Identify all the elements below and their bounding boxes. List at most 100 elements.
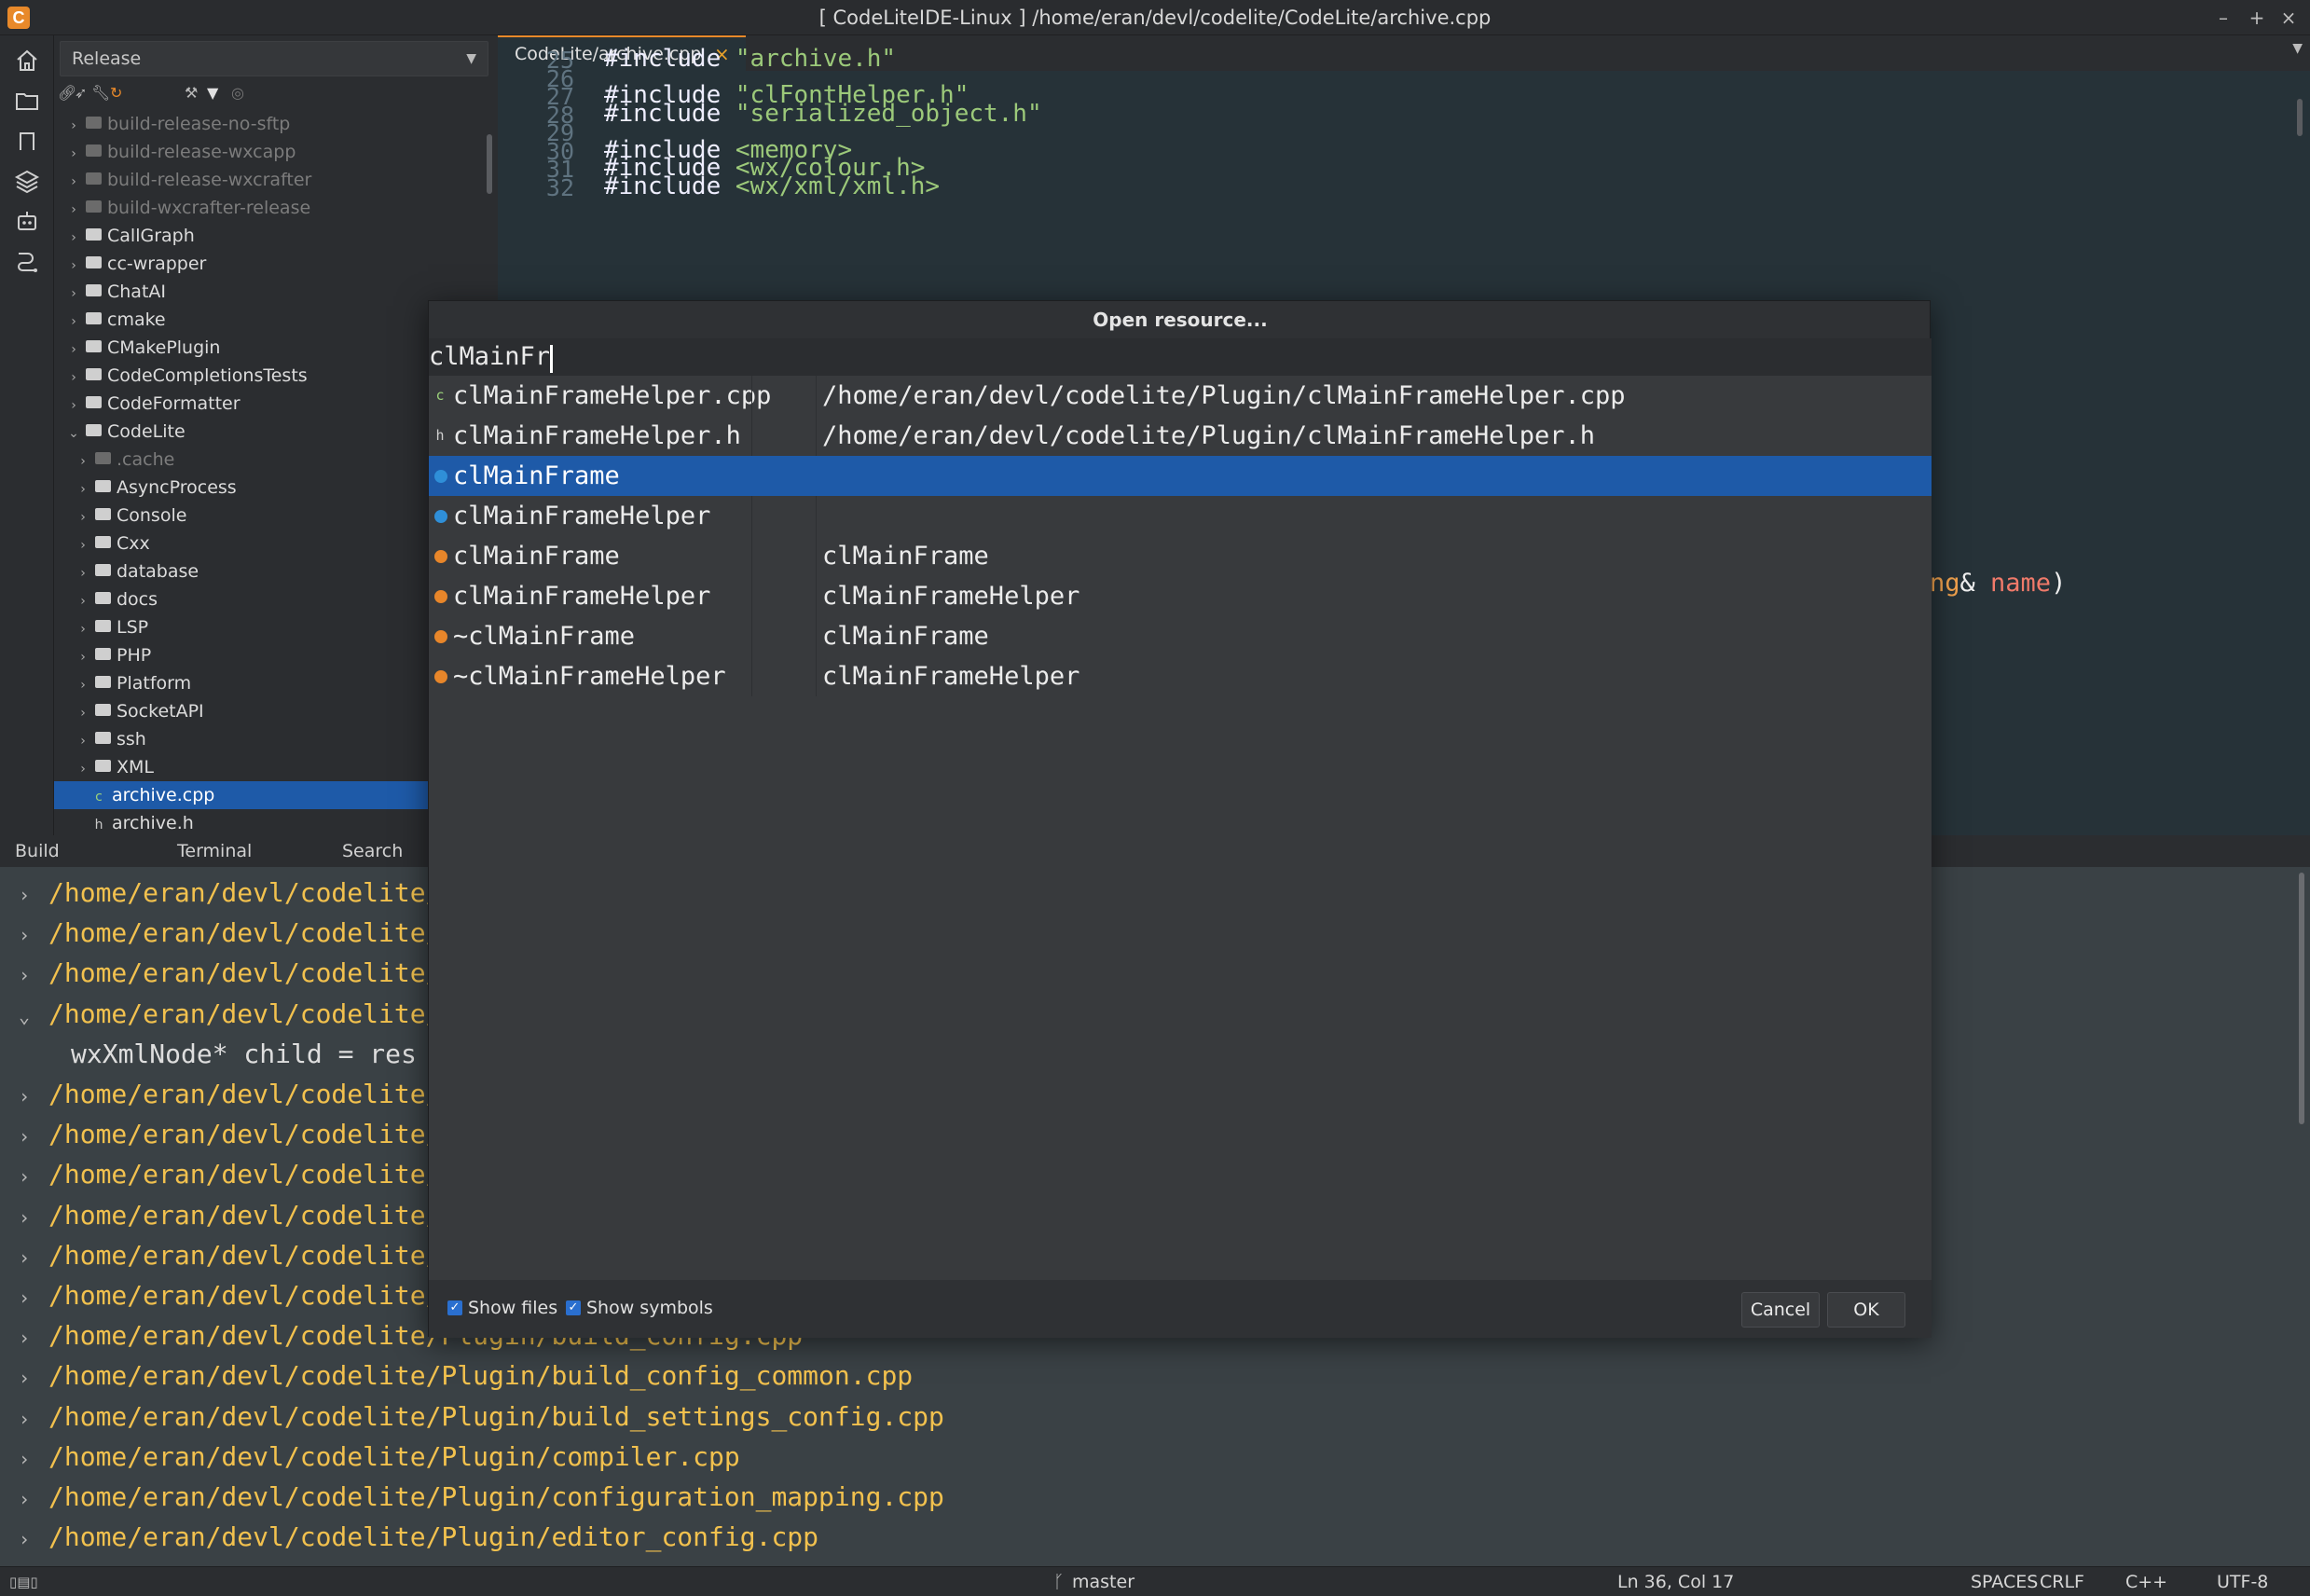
- chevron-right-icon[interactable]: ›: [0, 1278, 48, 1318]
- line-ending[interactable]: CRLF: [2040, 1567, 2084, 1596]
- stop-icon[interactable]: ◎: [231, 84, 244, 102]
- chevron-right-icon[interactable]: ›: [75, 503, 91, 531]
- chevron-right-icon[interactable]: ›: [65, 224, 82, 252]
- chevron-right-icon[interactable]: ›: [0, 1358, 48, 1398]
- chevron-down-icon[interactable]: ⌄: [0, 997, 48, 1037]
- tab-build[interactable]: Build: [15, 835, 60, 867]
- layers-icon[interactable]: [13, 167, 41, 195]
- show-symbols-checkbox[interactable]: ✓ Show symbols: [566, 1298, 713, 1318]
- tree-folder[interactable]: › build-release-wxcapp: [54, 138, 483, 166]
- chevron-right-icon[interactable]: ›: [0, 956, 48, 996]
- result-file-row[interactable]: ›/home/eran/devl/codelite/Plugin/editor_…: [0, 1517, 2310, 1557]
- tree-folder[interactable]: › Platform: [54, 669, 483, 697]
- debug-icon[interactable]: [13, 247, 41, 275]
- tree-file[interactable]: h archive.h: [54, 809, 483, 837]
- tab-terminal[interactable]: Terminal: [177, 835, 252, 867]
- chevron-right-icon[interactable]: ›: [65, 112, 82, 140]
- chevron-right-icon[interactable]: ›: [0, 1077, 48, 1117]
- chevron-right-icon[interactable]: ›: [75, 559, 91, 587]
- folder-icon[interactable]: [13, 87, 41, 115]
- chevron-right-icon[interactable]: ›: [0, 1399, 48, 1439]
- tree-file[interactable]: c archive.cpp: [54, 781, 483, 809]
- wrench-icon[interactable]: 🔧︎: [91, 84, 110, 102]
- tree-folder[interactable]: › build-release-wxcrafter: [54, 166, 483, 194]
- tree-folder[interactable]: › ChatAI: [54, 278, 483, 306]
- indent-mode[interactable]: SPACES: [1971, 1567, 2038, 1596]
- result-row[interactable]: clMainFrame clMainFrame: [429, 536, 1932, 576]
- chevron-right-icon[interactable]: ›: [75, 531, 91, 559]
- tab-list-icon[interactable]: ▼: [2292, 41, 2303, 56]
- tree-folder[interactable]: › CMakePlugin: [54, 334, 483, 362]
- chevron-down-icon[interactable]: ⌄: [65, 420, 82, 447]
- show-files-checkbox[interactable]: ✓ Show files: [447, 1298, 557, 1318]
- tree-folder[interactable]: › LSP: [54, 613, 483, 641]
- result-row[interactable]: h clMainFrameHelper.h/home/eran/devl/code…: [429, 416, 1932, 456]
- result-row[interactable]: ~clMainFrame clMainFrame: [429, 616, 1932, 656]
- chevron-right-icon[interactable]: ›: [65, 140, 82, 168]
- build-configuration-select[interactable]: Release ▼: [60, 41, 488, 76]
- chevron-right-icon[interactable]: ›: [0, 1157, 48, 1197]
- tree-folder[interactable]: › .cache: [54, 446, 483, 474]
- refresh-icon[interactable]: ↻: [110, 84, 122, 102]
- result-file-row[interactable]: ›/home/eran/devl/codelite/Plugin/configu…: [0, 1477, 2310, 1517]
- tree-folder[interactable]: › cc-wrapper: [54, 250, 483, 278]
- chevron-right-icon[interactable]: ›: [0, 1479, 48, 1520]
- tree-folder[interactable]: › CallGraph: [54, 222, 483, 250]
- tree-folder[interactable]: › CodeFormatter: [54, 390, 483, 418]
- tree-folder[interactable]: › AsyncProcess: [54, 474, 483, 502]
- maximize-button[interactable]: +: [2243, 4, 2271, 32]
- git-branch[interactable]: master: [1072, 1567, 1134, 1596]
- tab-search[interactable]: Search: [342, 835, 403, 867]
- chevron-right-icon[interactable]: ›: [75, 447, 91, 475]
- chevron-right-icon[interactable]: ›: [75, 643, 91, 671]
- tree-folder[interactable]: › XML: [54, 753, 483, 781]
- resource-search-input[interactable]: clMainFr: [429, 338, 1932, 376]
- tree-folder[interactable]: › SocketAPI: [54, 697, 483, 725]
- chevron-right-icon[interactable]: ›: [65, 308, 82, 336]
- result-file-row[interactable]: ›/home/eran/devl/codelite/Plugin/build_s…: [0, 1396, 2310, 1437]
- tree-folder[interactable]: › ssh: [54, 725, 483, 753]
- chevron-right-icon[interactable]: ›: [65, 364, 82, 392]
- tree-folder[interactable]: › PHP: [54, 641, 483, 669]
- tree-folder[interactable]: › docs: [54, 585, 483, 613]
- chevron-right-icon[interactable]: ›: [75, 587, 91, 615]
- chevron-right-icon[interactable]: ›: [65, 392, 82, 420]
- chevron-right-icon[interactable]: ›: [0, 915, 48, 956]
- chevron-right-icon[interactable]: ›: [0, 1318, 48, 1358]
- tree-folder[interactable]: › Cxx: [54, 530, 483, 557]
- tree-folder[interactable]: › build-wxcrafter-release: [54, 194, 483, 222]
- cancel-button[interactable]: Cancel: [1741, 1292, 1820, 1328]
- git-icon[interactable]: [13, 127, 41, 155]
- result-row[interactable]: ~clMainFrameHelper clMainFrameHelper: [429, 656, 1932, 696]
- result-file-row[interactable]: ›/home/eran/devl/codelite/Plugin/compile…: [0, 1437, 2310, 1477]
- chevron-right-icon[interactable]: ›: [65, 280, 82, 308]
- tree-folder[interactable]: › database: [54, 557, 483, 585]
- robot-icon[interactable]: [13, 207, 41, 235]
- language-mode[interactable]: C++: [2125, 1567, 2167, 1596]
- chevron-right-icon[interactable]: ›: [75, 727, 91, 755]
- chevron-right-icon[interactable]: ›: [0, 1117, 48, 1157]
- send-icon[interactable]: ➶: [75, 84, 87, 102]
- tree-folder[interactable]: › Console: [54, 502, 483, 530]
- result-row[interactable]: c clMainFrameHelper.cpp/home/eran/devl/co…: [429, 376, 1932, 416]
- output-scrollbar[interactable]: [2299, 873, 2304, 1124]
- chevron-right-icon[interactable]: ›: [65, 336, 82, 364]
- dropdown-arrow-icon[interactable]: ▼: [207, 84, 218, 102]
- chevron-right-icon[interactable]: ›: [75, 475, 91, 503]
- chevron-right-icon[interactable]: ›: [75, 615, 91, 643]
- chevron-right-icon[interactable]: ›: [0, 875, 48, 915]
- cursor-position[interactable]: Ln 36, Col 17: [1617, 1567, 1734, 1596]
- result-row[interactable]: clMainFrameHelper: [429, 496, 1932, 536]
- tree-scrollbar[interactable]: [487, 134, 492, 194]
- chevron-right-icon[interactable]: ›: [0, 1238, 48, 1278]
- chevron-right-icon[interactable]: ›: [0, 1198, 48, 1238]
- chevron-right-icon[interactable]: ›: [0, 1439, 48, 1479]
- ok-button[interactable]: OK: [1827, 1292, 1905, 1328]
- result-file-row[interactable]: ›/home/eran/devl/codelite/Plugin/build_c…: [0, 1355, 2310, 1396]
- editor-scrollbar[interactable]: [2297, 99, 2303, 136]
- chevron-right-icon[interactable]: ›: [65, 168, 82, 196]
- file-encoding[interactable]: UTF-8: [2217, 1567, 2268, 1596]
- chevron-right-icon[interactable]: ›: [65, 252, 82, 280]
- home-icon[interactable]: [13, 47, 41, 75]
- chevron-right-icon[interactable]: ›: [75, 671, 91, 699]
